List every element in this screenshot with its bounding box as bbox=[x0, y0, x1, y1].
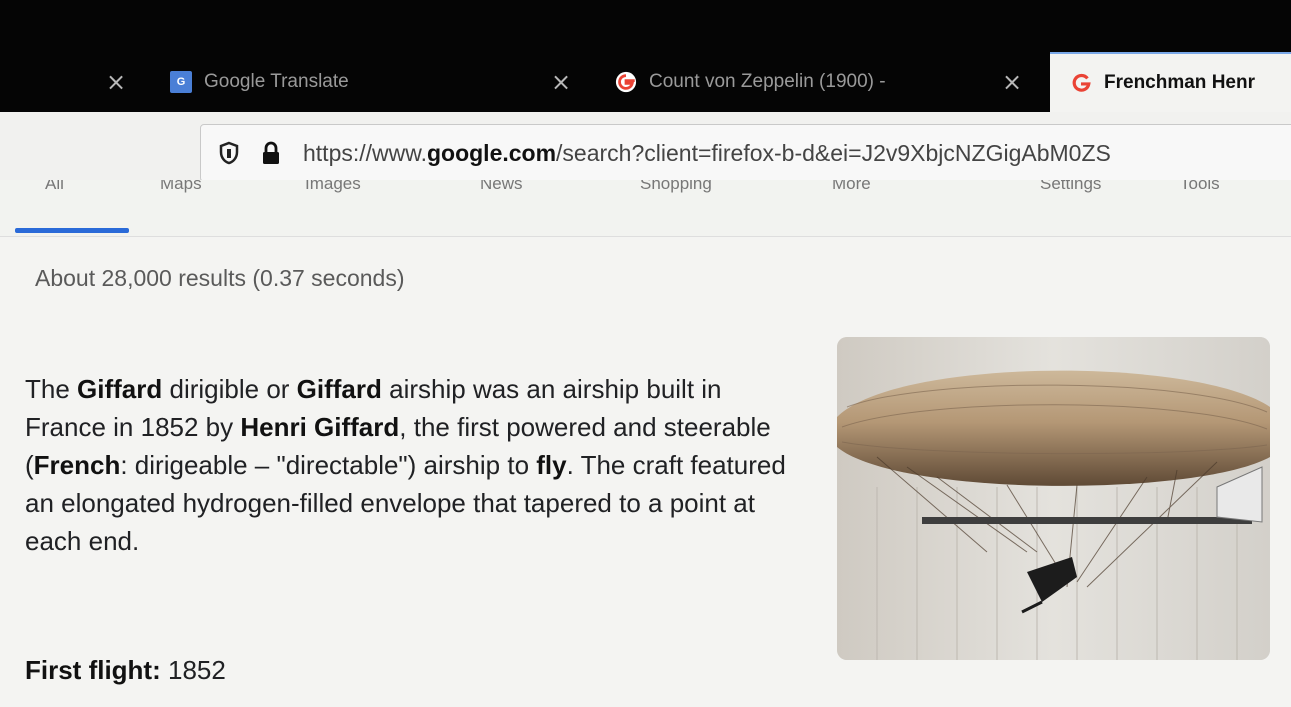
tab-count-von-zeppelin[interactable]: Count von Zeppelin (1900) - × bbox=[615, 52, 1035, 112]
tab-close-icon[interactable]: × bbox=[106, 68, 126, 96]
tab-title: Google Translate bbox=[204, 71, 349, 92]
tab-images[interactable]: Images bbox=[305, 180, 361, 194]
shield-icon[interactable] bbox=[219, 141, 239, 165]
google-g-icon bbox=[1072, 73, 1091, 92]
google-g-icon bbox=[615, 71, 637, 93]
airship-image[interactable] bbox=[837, 337, 1270, 660]
search-tabs: All Maps Images News Shopping More Setti… bbox=[0, 180, 1291, 237]
address-bar[interactable]: https://www.google.com/search?client=fir… bbox=[200, 124, 1291, 182]
tab-news[interactable]: News bbox=[480, 180, 523, 194]
tab-google-translate[interactable]: G Google Translate × bbox=[170, 52, 600, 112]
airship-illustration bbox=[837, 337, 1270, 660]
active-tab-indicator bbox=[15, 228, 129, 233]
tab-more[interactable]: More bbox=[832, 180, 871, 194]
tab-title: Count von Zeppelin (1900) - bbox=[649, 71, 886, 92]
tab-previous[interactable]: × bbox=[0, 52, 150, 112]
navigation-bar: https://www.google.com/search?client=fir… bbox=[0, 112, 1291, 190]
tab-close-icon[interactable]: × bbox=[551, 68, 571, 96]
tab-tools[interactable]: Tools bbox=[1180, 180, 1220, 194]
tab-maps[interactable]: Maps bbox=[160, 180, 202, 194]
search-results: About 28,000 results (0.37 seconds) The … bbox=[0, 237, 1291, 707]
browser-titlebar: × G Google Translate × Count von Zeppeli… bbox=[0, 0, 1291, 112]
tab-frenchman-henri[interactable]: Frenchman Henr bbox=[1050, 52, 1291, 112]
lock-icon[interactable] bbox=[261, 141, 281, 165]
result-stats: About 28,000 results (0.37 seconds) bbox=[35, 265, 405, 291]
tab-shopping[interactable]: Shopping bbox=[640, 180, 712, 194]
first-flight-fact: First flight: 1852 bbox=[25, 655, 226, 686]
url-text: https://www.google.com/search?client=fir… bbox=[303, 139, 1111, 166]
tab-settings[interactable]: Settings bbox=[1040, 180, 1101, 194]
fact-label: First flight: bbox=[25, 655, 161, 685]
tab-all[interactable]: All bbox=[45, 180, 64, 194]
fact-value: 1852 bbox=[160, 655, 226, 685]
featured-snippet: The Giffard dirigible or Giffard airship… bbox=[25, 374, 786, 556]
tab-title: Frenchman Henr bbox=[1104, 72, 1255, 93]
tab-close-icon[interactable]: × bbox=[1002, 68, 1022, 96]
translate-icon: G bbox=[170, 71, 192, 93]
